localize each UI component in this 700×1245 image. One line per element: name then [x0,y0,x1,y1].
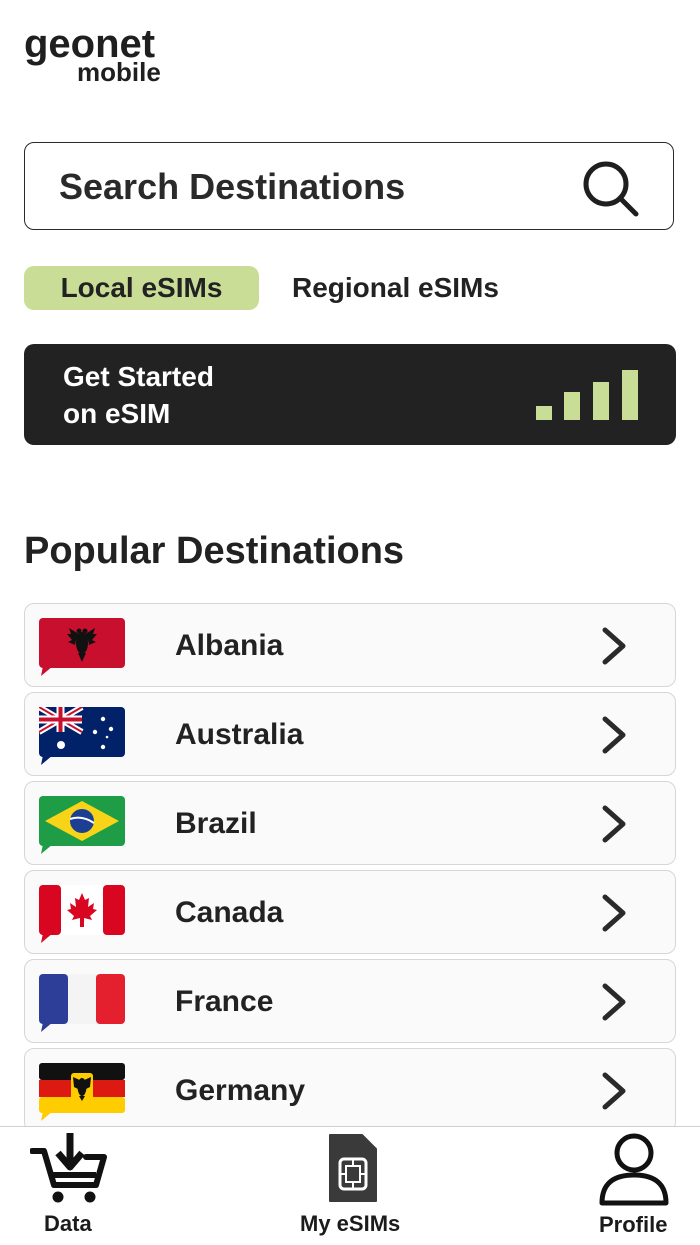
destination-name: Australia [175,718,304,751]
section-title: Popular Destinations [24,530,405,572]
chevron-right-icon [602,983,626,1021]
get-started-banner[interactable]: Get Started on eSIM [24,344,676,445]
canada-flag-icon [39,885,125,943]
destination-row-germany[interactable]: Germany [24,1048,676,1132]
nav-data[interactable]: Data [0,1127,140,1245]
bottom-tab-bar: Data My eSIMs Profile [0,1126,700,1245]
destination-row-albania[interactable]: Albania [24,603,676,687]
chevron-right-icon [602,894,626,932]
nav-profile-label: Profile [599,1212,668,1237]
destination-row-australia[interactable]: Australia [24,692,676,776]
destination-name: Canada [175,896,284,929]
nav-my-esims-label: My eSIMs [300,1211,401,1236]
banner-line-2: on eSIM [63,398,171,429]
destination-row-france[interactable]: France [24,959,676,1043]
destination-name: Brazil [175,807,257,840]
search-input[interactable]: Search Destinations [24,142,674,230]
user-icon [599,1133,669,1206]
tab-local-esims[interactable]: Local eSIMs [24,266,259,310]
brazil-flag-icon [39,796,125,854]
destination-name: Albania [175,629,284,662]
destination-name: France [175,985,274,1018]
chevron-right-icon [602,716,626,754]
tab-regional-esims[interactable]: Regional eSIMs [292,266,532,310]
destination-row-brazil[interactable]: Brazil [24,781,676,865]
search-placeholder: Search Destinations [59,166,406,207]
albania-flag-icon [39,618,125,676]
germany-flag-icon [39,1063,125,1121]
banner-text: Get Started on eSIM [63,358,214,432]
nav-profile[interactable]: Profile [580,1127,700,1245]
brand-logo: geonet mobile [24,22,184,86]
france-flag-icon [39,974,125,1032]
chevron-right-icon [602,805,626,843]
sim-card-icon [329,1134,377,1202]
nav-my-esims[interactable]: My eSIMs [290,1127,420,1245]
search-icon[interactable] [579,157,643,221]
nav-data-label: Data [44,1211,92,1236]
cart-download-icon [30,1133,107,1203]
chevron-right-icon [602,1072,626,1110]
destination-row-canada[interactable]: Canada [24,870,676,954]
signal-bars-icon [536,368,638,420]
chevron-right-icon [602,627,626,665]
brand-line-2: mobile [77,57,161,87]
australia-flag-icon [39,707,125,765]
destination-name: Germany [175,1074,306,1107]
banner-line-1: Get Started [63,361,214,392]
